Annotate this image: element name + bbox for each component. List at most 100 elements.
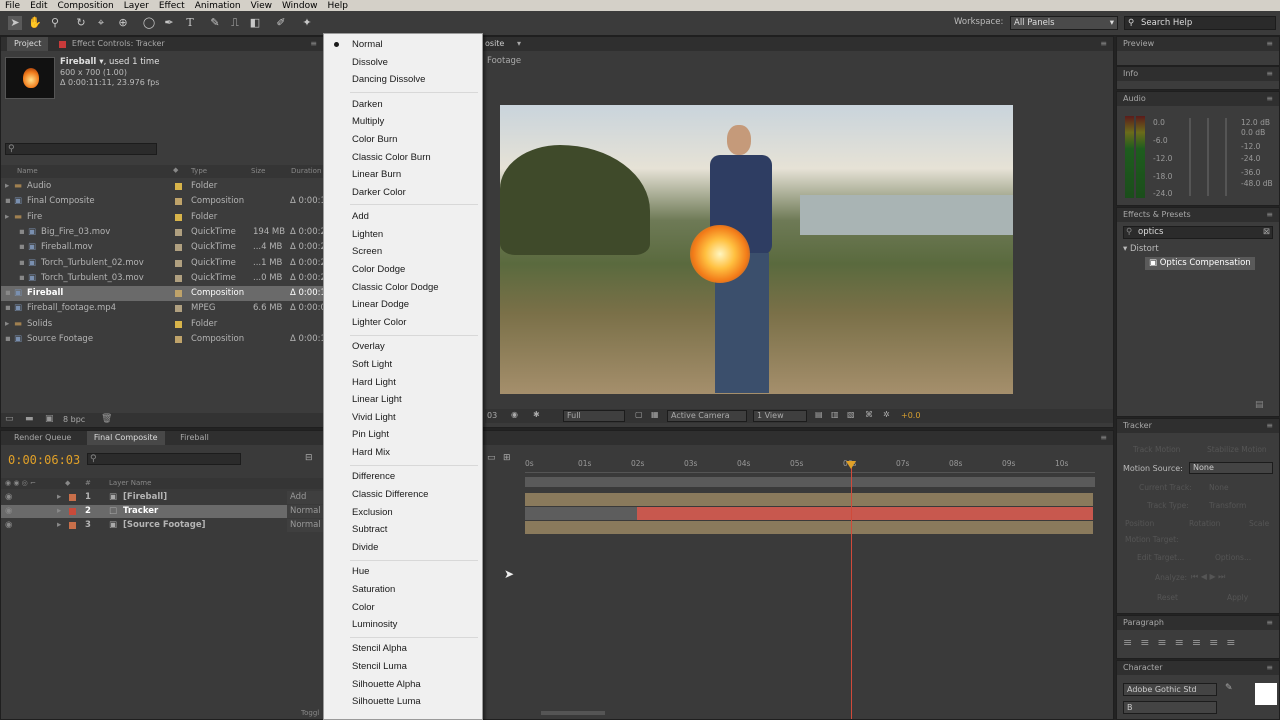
panel-menu-icon[interactable]: ≡ (1266, 419, 1273, 433)
tab-effect-controls[interactable]: Effect Controls: Tracker (65, 37, 172, 51)
project-item[interactable]: ▪ ▣ Fireball_footage.mp4 MPEG 6.6 MB Δ 0:00:0 (1, 301, 326, 316)
project-item[interactable]: ▪ ▣ Final Composite Composition Δ 0:00:1 (1, 194, 326, 209)
audio-slider-track[interactable] (1189, 118, 1191, 196)
tab-project[interactable]: Project (7, 37, 49, 51)
audio-title[interactable]: Audio (1123, 94, 1146, 103)
disclosure-triangle-icon[interactable]: ▸ (57, 505, 61, 518)
blend-mode-classic-color-burn[interactable]: Classic Color Burn (352, 149, 431, 166)
rotation-checkbox[interactable]: Rotation (1189, 519, 1220, 528)
current-timecode[interactable]: 0:00:06:03 (8, 453, 80, 467)
menu-animation[interactable]: Animation (190, 1, 246, 11)
tab-fireball[interactable]: Fireball (173, 431, 216, 445)
blend-mode-linear-dodge[interactable]: Linear Dodge (352, 296, 409, 313)
work-area-bar[interactable] (525, 477, 1095, 487)
eye-icon[interactable]: ◉ (5, 505, 12, 518)
layer-bar-fireball[interactable] (525, 493, 1093, 506)
brainstorm-icon[interactable]: ▭ (487, 453, 496, 463)
blend-mode-hue[interactable]: Hue (352, 563, 369, 580)
label-color-swatch[interactable] (175, 320, 182, 328)
layer-row[interactable]: ◉ ▸ 1 ▣ [Fireball] Add (1, 491, 325, 504)
blend-mode-dancing-dissolve[interactable]: Dancing Dissolve (352, 71, 425, 88)
project-item[interactable]: ▪ ▣ Fireball.mov QuickTime ...4 MB Δ 0:00:2 (1, 240, 326, 255)
brush-tool-icon[interactable]: ✎ (208, 16, 222, 30)
panel-menu-icon[interactable]: ≡ (1266, 37, 1273, 51)
time-ruler[interactable]: 0s01s02s03s04s05s06s07s08s09s10s (525, 459, 1095, 473)
new-composition-icon[interactable]: ▣ (45, 414, 54, 424)
new-folder-icon[interactable]: ▬ (25, 414, 34, 424)
resolution-dropdown[interactable]: Full (563, 410, 625, 422)
blend-mode-silhouette-luma[interactable]: Silhouette Luma (352, 693, 421, 710)
panel-menu-icon[interactable]: ≡ (1100, 37, 1107, 51)
layer-name-column[interactable]: Layer Name (109, 479, 151, 487)
blend-mode-linear-light[interactable]: Linear Light (352, 391, 402, 408)
blend-mode-color-dodge[interactable]: Color Dodge (352, 261, 405, 278)
label-color-swatch[interactable] (175, 213, 182, 221)
audio-slider-track[interactable] (1225, 118, 1227, 196)
stabilize-motion-button[interactable]: Stabilize Motion (1207, 445, 1267, 454)
blend-mode-difference[interactable]: Difference (352, 468, 395, 485)
toggle-pixel-aspect-icon[interactable]: ▤ (815, 410, 823, 419)
menu-effect[interactable]: Effect (154, 1, 190, 11)
menu-file[interactable]: File (0, 1, 25, 11)
zoom-slider[interactable] (541, 711, 605, 715)
font-family-dropdown[interactable]: Adobe Gothic Std (1123, 683, 1217, 696)
column-name[interactable]: Name (17, 167, 38, 175)
scale-checkbox[interactable]: Scale (1249, 519, 1269, 528)
interpret-footage-icon[interactable]: ▭ (5, 414, 14, 424)
column-type[interactable]: Type (191, 167, 207, 175)
layer-bar-tracker[interactable] (637, 507, 1093, 520)
region-of-interest-icon[interactable]: ▢ (635, 410, 643, 419)
bpc-label[interactable]: 8 bpc (63, 415, 85, 424)
layer-mode-dropdown[interactable]: Normal (287, 505, 323, 518)
menu-view[interactable]: View (246, 1, 277, 11)
blend-mode-vivid-light[interactable]: Vivid Light (352, 409, 396, 426)
disclosure-triangle-icon[interactable]: ▸ (57, 519, 61, 532)
disclosure-triangle-icon[interactable]: ▸ (57, 491, 61, 504)
blend-mode-screen[interactable]: Screen (352, 243, 382, 260)
eraser-tool-icon[interactable]: ◧ (248, 16, 262, 30)
label-color-swatch[interactable] (175, 259, 182, 267)
blend-mode-normal[interactable]: Normal (352, 36, 383, 53)
delete-icon[interactable]: 🗑 (101, 414, 112, 424)
reset-button[interactable]: Reset (1157, 593, 1178, 602)
disclosure-triangle-icon[interactable]: ▸ (5, 210, 9, 225)
position-checkbox[interactable]: Position (1125, 519, 1154, 528)
graph-editor-icon[interactable]: ⊞ (503, 453, 511, 463)
layer-label-swatch[interactable] (69, 508, 76, 515)
tab-final-composite[interactable]: Final Composite (86, 431, 165, 445)
menu-help[interactable]: Help (322, 1, 353, 11)
blend-mode-overlay[interactable]: Overlay (352, 338, 385, 355)
edit-target-button[interactable]: Edit Target... (1137, 553, 1184, 562)
clear-search-icon[interactable]: ⊠ (1263, 227, 1270, 238)
layer-bar-source-footage[interactable] (525, 521, 1093, 534)
column-size[interactable]: Size (251, 167, 265, 175)
camera-dropdown[interactable]: Active Camera (667, 410, 747, 422)
project-item[interactable]: ▸ ▬ Audio Folder (1, 179, 323, 194)
blend-mode-darker-color[interactable]: Darker Color (352, 184, 406, 201)
project-item[interactable]: ▪ ▣ Big_Fire_03.mov QuickTime 194 MB Δ 0:00:2 (1, 225, 326, 240)
timeline-icon[interactable]: ▧ (847, 410, 855, 419)
layer-label-swatch[interactable] (69, 494, 76, 501)
label-color-swatch[interactable] (175, 244, 182, 252)
audio-slider-track[interactable] (1207, 118, 1209, 196)
blend-mode-color[interactable]: Color (352, 599, 375, 616)
blend-mode-divide[interactable]: Divide (352, 539, 378, 556)
effects-footer-icon[interactable]: ▤ (1255, 400, 1264, 410)
label-color-swatch[interactable] (175, 183, 182, 190)
effect-optics-compensation[interactable]: ▣ Optics Compensation (1145, 257, 1255, 270)
blend-mode-lighten[interactable]: Lighten (352, 226, 383, 243)
blend-mode-hard-mix[interactable]: Hard Mix (352, 444, 390, 461)
project-item[interactable]: ▪ ▣ Fireball Composition Δ 0:00:1 (1, 286, 326, 302)
fast-previews-icon[interactable]: ▥ (831, 410, 839, 419)
blend-mode-lighter-color[interactable]: Lighter Color (352, 314, 406, 331)
blend-mode-exclusion[interactable]: Exclusion (352, 504, 393, 521)
project-item[interactable]: ▸ ▬ Solids Folder (1, 317, 323, 332)
panel-menu-icon[interactable]: ≡ (1266, 92, 1273, 106)
apply-button[interactable]: Apply (1227, 593, 1248, 602)
project-item[interactable]: ▪ ▣ Source Footage Composition Δ 0:00:1 (1, 332, 326, 347)
roto-brush-tool-icon[interactable]: ✐ (274, 16, 288, 30)
motion-source-dropdown[interactable]: None (1189, 462, 1273, 474)
preview-title[interactable]: Preview (1123, 39, 1154, 48)
chevron-down-icon[interactable]: ▾ (517, 37, 521, 51)
paragraph-align-icons[interactable]: ≡≡≡≡≡≡≡ (1123, 636, 1244, 649)
